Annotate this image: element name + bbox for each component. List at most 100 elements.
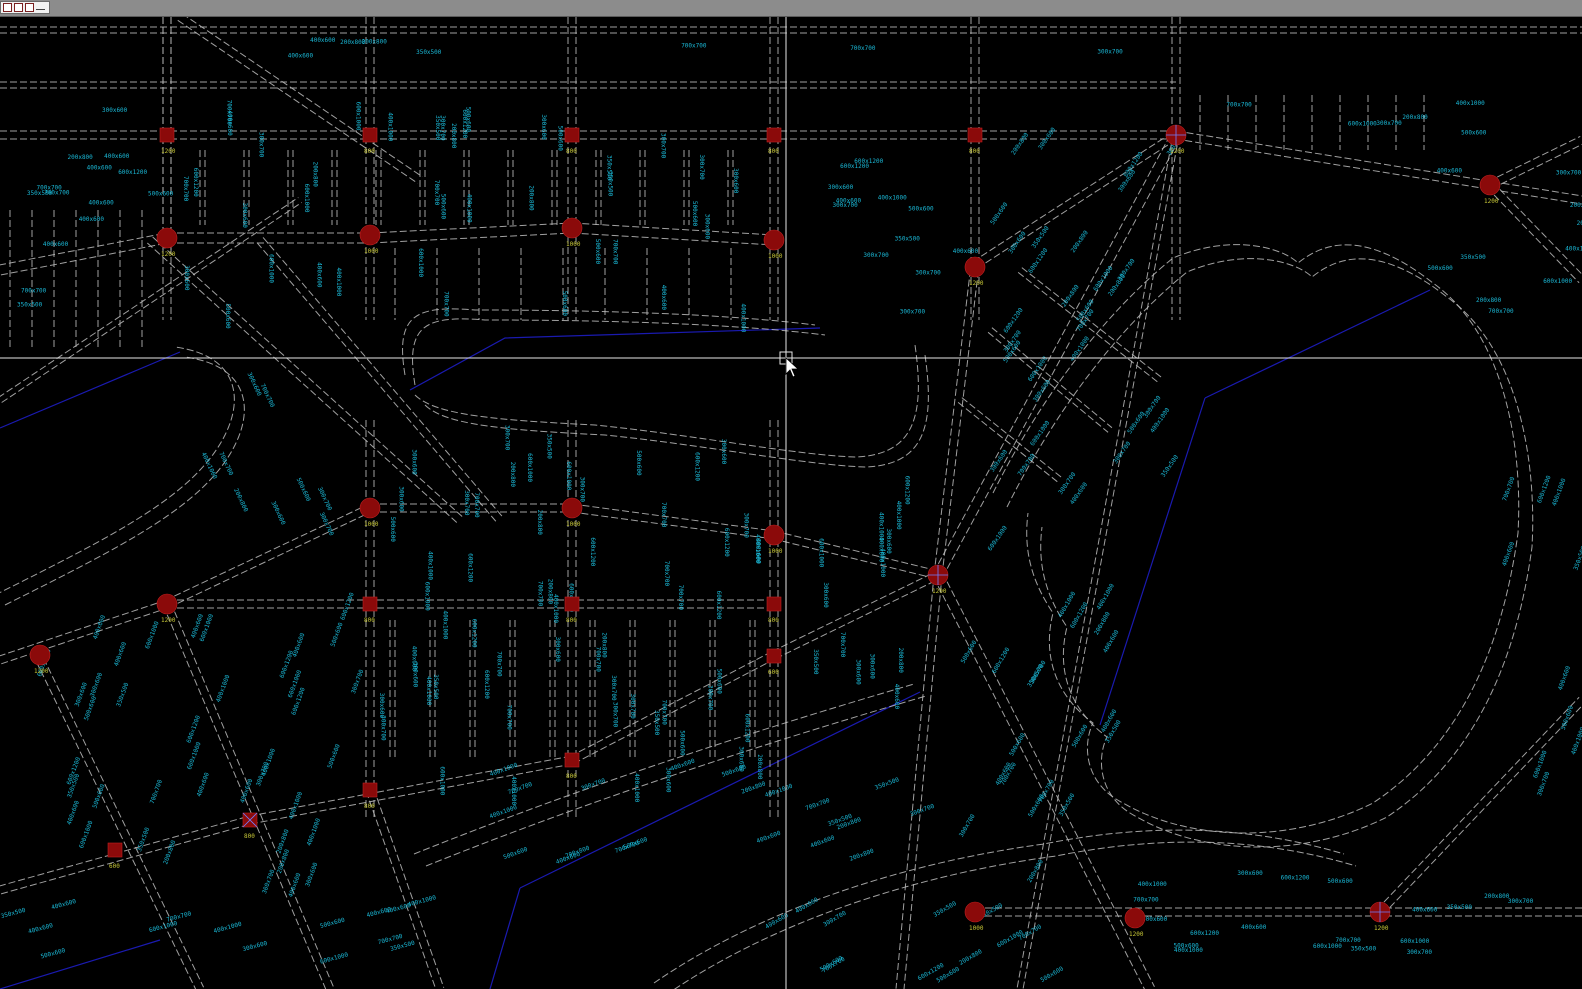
column-node-circle <box>359 224 381 246</box>
column-node-circle <box>964 256 986 278</box>
dimension-label: 700x700 <box>21 288 47 295</box>
dimension-label: 300x700 <box>379 715 386 741</box>
column-node-square <box>564 596 580 612</box>
dimension-label: 500x600 <box>319 917 346 930</box>
dimension-label: 700x700 <box>1488 308 1514 315</box>
road-edge <box>941 265 980 576</box>
column-node-square <box>362 782 378 798</box>
dimension-label: 500x600 <box>721 763 748 778</box>
dimension-label: 700x700 <box>1501 476 1516 503</box>
dimension-label: 350x500 <box>653 710 660 736</box>
road-edge <box>168 511 372 609</box>
dimension-label: 700x700 <box>473 492 480 518</box>
cad-drawing-canvas[interactable]: 400x600 700x700 700x700 200x800 300x600 400x6… <box>0 17 1582 989</box>
node-label: 1000 <box>768 548 783 555</box>
dimension-label: 400x1000 <box>1138 881 1167 888</box>
dimension-label: 400x600 <box>226 110 233 136</box>
road-edge <box>933 132 1173 573</box>
road-edge <box>1382 705 1582 916</box>
column-node-square <box>362 596 378 612</box>
dimension-label: 500x600 <box>502 846 529 861</box>
curved-road-edge <box>425 695 927 867</box>
dimension-label: 300x600 <box>102 107 128 114</box>
dimension-label: 200x800 <box>312 162 319 188</box>
dimension-label: 300x700 <box>580 777 607 792</box>
dimension-label: 350x500 <box>416 49 442 56</box>
node-label: 1000 <box>364 248 379 255</box>
dimension-label: 500x600 <box>389 517 396 543</box>
dimension-label: 600x1000 <box>144 620 161 650</box>
dimension-label: 400x600 <box>953 248 979 255</box>
column-node-square <box>766 596 782 612</box>
node-label: 1200 <box>161 617 176 624</box>
dimension-label: 400x600 <box>196 771 211 798</box>
curved-road-edge <box>424 354 929 468</box>
column-node-circle <box>156 227 178 249</box>
road-edge <box>941 137 1181 578</box>
road-edge <box>373 788 445 988</box>
dimension-label: 350x500 <box>895 235 921 242</box>
dimension-label: 200x800 <box>1484 893 1510 900</box>
node-label: 1200 <box>1129 931 1144 938</box>
node-label: 1000 <box>364 521 379 528</box>
node-label: 800 <box>244 833 255 840</box>
dimension-label: 400x600 <box>1437 167 1463 174</box>
dimension-label: 400x600 <box>87 164 113 171</box>
road-edge <box>1376 696 1580 910</box>
dimension-label: 600x1200 <box>1281 875 1310 882</box>
road-edge <box>1486 187 1580 284</box>
dimension-label: 300x600 <box>1237 870 1263 877</box>
dimension-label: 350x500 <box>1031 225 1051 250</box>
dimension-label: 200x800 <box>162 839 177 866</box>
road-edge <box>571 232 774 246</box>
dimension-label: 500x600 <box>561 291 568 317</box>
road-edge <box>903 575 943 989</box>
dimension-label: 400x1000 <box>895 501 902 530</box>
dimension-label: 700x700 <box>850 45 876 52</box>
dimension-label: 400x1000 <box>426 551 433 580</box>
curved-road-edge <box>0 346 235 594</box>
dimension-label: 700x700 <box>182 176 189 202</box>
dimension-label: 600x1000 <box>565 461 572 490</box>
road-edge <box>0 232 167 266</box>
dimension-label: 500x600 <box>1428 265 1454 272</box>
column-node-square <box>766 127 782 143</box>
dimension-label: 700x700 <box>594 647 601 673</box>
copy-icon[interactable] <box>25 3 34 12</box>
dimension-label: 300x700 <box>958 813 977 839</box>
column-node-circle <box>1124 907 1146 929</box>
dimension-label: 200x800 <box>1061 283 1081 308</box>
dimension-label: 400x600 <box>291 632 306 659</box>
dimension-label: 600x1000 <box>1400 938 1429 945</box>
road-edge <box>895 574 935 989</box>
dimension-label: 600x1200 <box>715 591 722 620</box>
dimension-label: 400x600 <box>104 153 130 160</box>
dimension-label: 300x700 <box>611 702 618 728</box>
dimension-label: 300x700 <box>660 133 667 159</box>
dimension-label: 400x600 <box>288 53 314 60</box>
dimension-label: 400x600 <box>113 641 128 668</box>
dimension-label: 400x1000 <box>213 921 243 935</box>
road-edge <box>1 607 169 665</box>
dimension-label: 400x1000 <box>1570 726 1582 756</box>
dimension-label: 700x700 <box>1226 101 1252 108</box>
dimension-label: 300x600 <box>241 203 248 229</box>
tile-icon[interactable] <box>14 3 23 12</box>
minimize-icon[interactable] <box>36 8 45 10</box>
road-edge <box>772 570 937 652</box>
dimension-label: 300x700 <box>257 132 264 158</box>
dimension-label: 600x1000 <box>303 184 310 213</box>
dimension-label: 400x1000 <box>1095 582 1116 611</box>
column-node-square <box>159 127 175 143</box>
dimension-label: 400x600 <box>28 922 55 935</box>
dimension-label: 350x500 <box>1460 254 1486 261</box>
dimension-label: 600x1200 <box>991 646 1012 675</box>
dimension-label: 400x600 <box>92 614 107 641</box>
node-label: 1200 <box>969 280 984 287</box>
dimension-label: 500x600 <box>716 669 723 695</box>
road-edge <box>369 222 572 234</box>
curved-road-edge <box>4 356 245 606</box>
cad-viewport[interactable]: 400x600 700x700 700x700 200x800 300x600 400x6… <box>0 17 1582 989</box>
restore-icon[interactable] <box>3 3 12 12</box>
dimension-label: 400x600 <box>660 285 667 311</box>
